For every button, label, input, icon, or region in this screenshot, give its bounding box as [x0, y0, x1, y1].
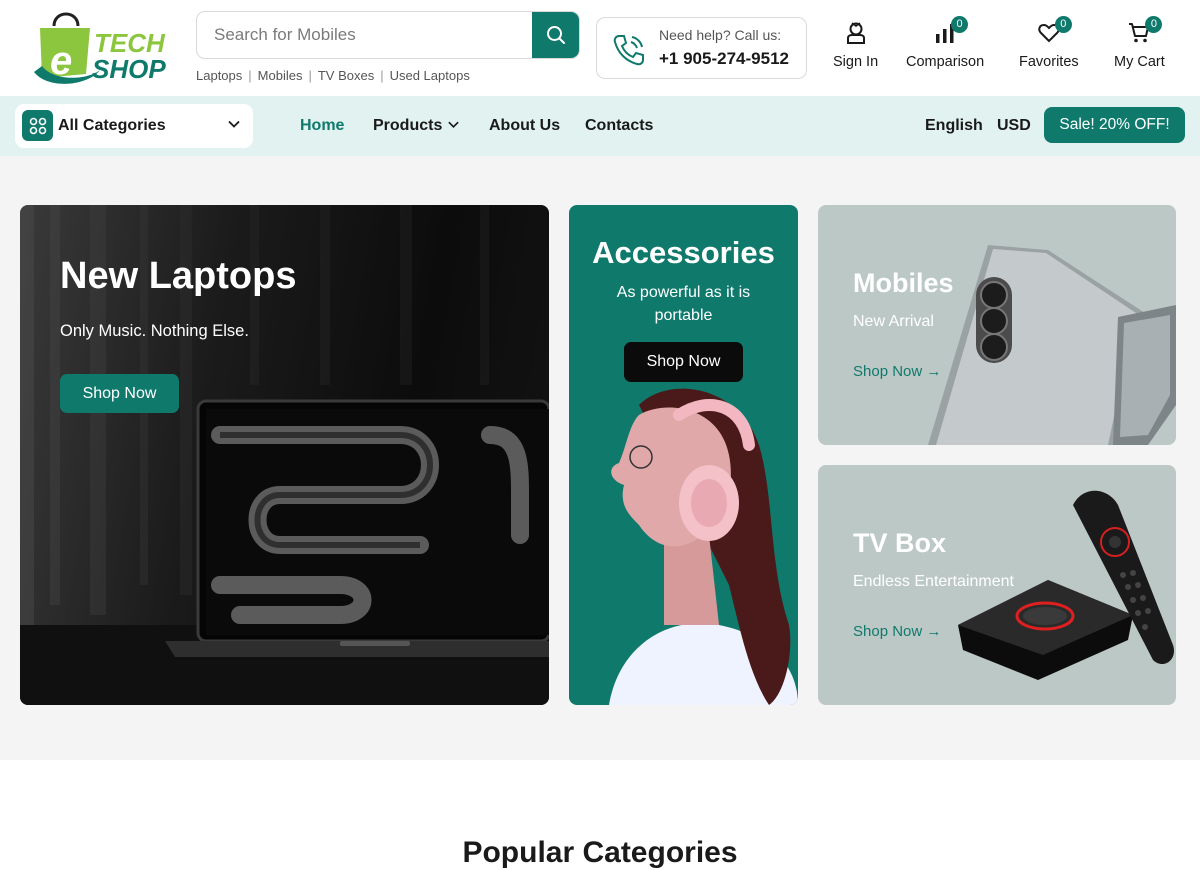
promo-card-tv-box[interactable]: TV Box Endless Entertainment Shop Now →: [818, 465, 1176, 705]
quick-link-used-laptops[interactable]: Used Laptops: [390, 68, 470, 83]
all-categories-dropdown[interactable]: All Categories: [15, 104, 253, 148]
promo-card-mobiles[interactable]: Mobiles New Arrival Shop Now →: [818, 205, 1176, 445]
all-categories-label: All Categories: [58, 117, 166, 134]
quick-link-tv-boxes[interactable]: TV Boxes: [318, 68, 374, 83]
language-selector[interactable]: English: [925, 117, 983, 135]
cart-button[interactable]: 0 My Cart: [1114, 16, 1165, 70]
favorites-label: Favorites: [1019, 54, 1079, 70]
separator: |: [308, 68, 312, 83]
comparison-count-badge: 0: [951, 16, 969, 33]
promo-card-laptops[interactable]: New Laptops Only Music. Nothing Else. Sh…: [20, 205, 549, 705]
chevron-down-icon[interactable]: [447, 118, 460, 131]
tv-box-card-title: TV Box: [853, 528, 947, 558]
mobiles-card-title: Mobiles: [853, 268, 954, 298]
laptop-card-title: New Laptops: [60, 255, 297, 297]
accessories-card-title: Accessories: [592, 235, 775, 270]
accessories-shop-now-button[interactable]: Shop Now: [624, 342, 743, 382]
quick-links: Laptops | Mobiles | TV Boxes | Used Lapt…: [196, 68, 470, 83]
phone-icon: [613, 35, 644, 66]
mobiles-shop-now-link[interactable]: Shop Now →: [853, 363, 941, 380]
logo-word-2: SHOP: [92, 54, 166, 84]
favorites-button[interactable]: 0 Favorites: [1019, 16, 1079, 70]
sign-in-button[interactable]: Sign In: [833, 18, 878, 70]
comparison-button[interactable]: 0 Comparison: [906, 16, 985, 70]
quick-link-laptops[interactable]: Laptops: [196, 68, 242, 83]
separator: |: [380, 68, 384, 83]
nav-home[interactable]: Home: [300, 117, 344, 135]
logo-letter: e: [50, 39, 72, 83]
tv-box-shop-now-link[interactable]: Shop Now →: [853, 623, 941, 640]
help-box: Need help? Call us: +1 905-274-9512: [596, 17, 807, 79]
quick-link-mobiles[interactable]: Mobiles: [258, 68, 303, 83]
woman-headphones-image: [609, 388, 798, 705]
search-icon: [546, 26, 565, 44]
search-button[interactable]: [532, 12, 579, 58]
cart-count-badge: 0: [1145, 16, 1163, 33]
user-icon: [846, 22, 865, 44]
site-logo[interactable]: e TECH SHOP: [28, 8, 170, 90]
separator: |: [248, 68, 252, 83]
main-nav: All Categories Home Products About Us Co…: [0, 96, 1200, 156]
nav-contacts[interactable]: Contacts: [585, 117, 653, 135]
cart-label: My Cart: [1114, 54, 1165, 70]
mobiles-card-subtitle: New Arrival: [853, 313, 934, 330]
grid-icon: [22, 110, 53, 141]
nav-products[interactable]: Products: [373, 117, 442, 135]
search-input[interactable]: [197, 12, 533, 58]
popular-categories-heading: Popular Categories: [462, 836, 738, 869]
hero-section: New Laptops Only Music. Nothing Else. Sh…: [0, 156, 1200, 760]
nav-about-us[interactable]: About Us: [489, 117, 560, 135]
comparison-label: Comparison: [906, 54, 985, 70]
accessories-card-subtitle: As powerful as it is portable: [616, 284, 751, 324]
search-bar: [196, 11, 580, 59]
currency-selector[interactable]: USD: [997, 117, 1031, 135]
laptop-card-subtitle: Only Music. Nothing Else.: [60, 322, 249, 340]
site-header: e TECH SHOP Laptops | Mobiles | TV Boxes…: [0, 0, 1200, 96]
sale-button[interactable]: Sale! 20% OFF!: [1044, 107, 1185, 143]
help-label: Need help? Call us:: [659, 27, 782, 43]
chevron-down-icon: [228, 120, 240, 128]
tv-box-card-subtitle: Endless Entertainment: [853, 573, 1014, 590]
promo-card-accessories[interactable]: Accessories As powerful as it is portabl…: [569, 205, 798, 705]
help-phone[interactable]: +1 905-274-9512: [659, 49, 789, 69]
laptop-shop-now-button[interactable]: Shop Now: [60, 374, 179, 413]
sign-in-label: Sign In: [833, 54, 879, 70]
favorites-count-badge: 0: [1054, 16, 1072, 33]
